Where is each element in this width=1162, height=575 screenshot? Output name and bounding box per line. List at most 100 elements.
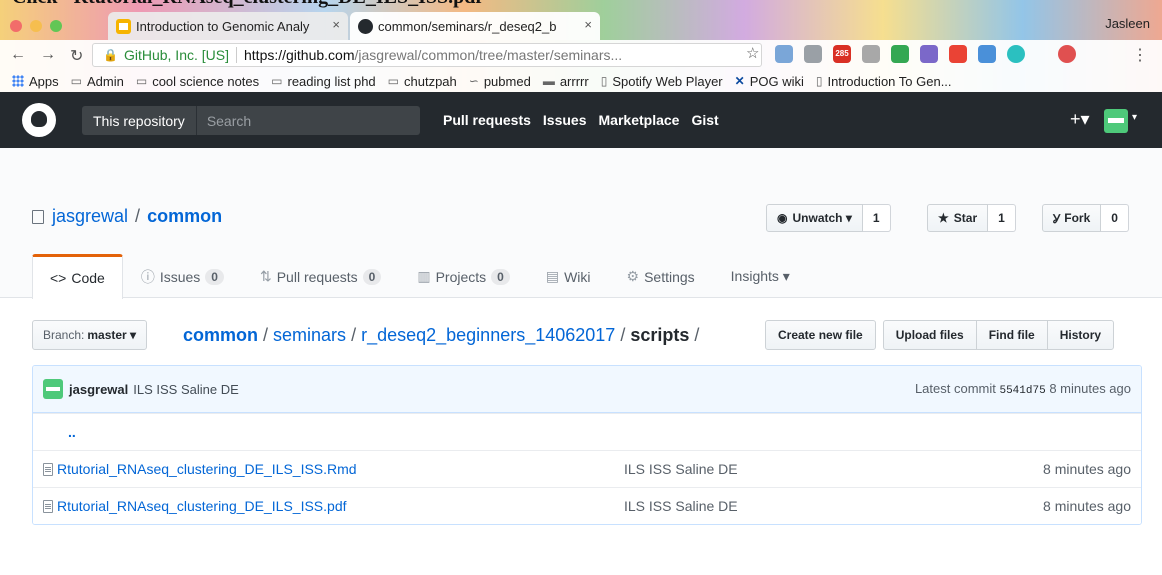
close-tab-icon[interactable]: ×	[584, 17, 592, 32]
bookmark-link[interactable]: ▯ Introduction To Gen...	[816, 74, 952, 89]
commit-author-link[interactable]: jasgrewal	[69, 382, 128, 397]
extension-icon[interactable]	[1007, 45, 1025, 63]
nav-pull-requests[interactable]: Pull requests	[443, 112, 531, 128]
adblock-icon[interactable]	[1058, 45, 1076, 63]
fork-count[interactable]: 0	[1101, 204, 1129, 232]
bookmark-apps[interactable]: Apps	[12, 74, 59, 89]
repo-name-link[interactable]: common	[147, 206, 222, 227]
pocket-icon[interactable]	[920, 45, 938, 63]
extension-icon[interactable]	[978, 45, 996, 63]
bookmark-link[interactable]: ✕ POG wiki	[735, 74, 804, 89]
path-separator: /	[135, 206, 141, 226]
create-new-file-button[interactable]: Create new file	[765, 320, 876, 350]
address-bar[interactable]: 🔒 GitHub, Inc. [US] https://github.com/j…	[92, 43, 762, 67]
branch-select-button[interactable]: Branch: master ▾	[32, 320, 148, 350]
file-age: 8 minutes ago	[1043, 498, 1131, 514]
bookmark-link[interactable]: ▬ arrrrr	[543, 74, 589, 89]
gear-icon: ⚙	[626, 268, 640, 284]
commit-tease: jasgrewal ILS ISS Saline DE Latest commi…	[33, 366, 1141, 413]
folder-icon: ▭	[387, 74, 399, 88]
github-logo-icon[interactable]	[22, 103, 56, 137]
create-new-icon[interactable]: +▾	[1070, 109, 1090, 130]
extension-icon[interactable]	[862, 45, 880, 63]
file-link-rmd[interactable]: Rtutorial_RNAseq_clustering_DE_ILS_ISS.R…	[57, 461, 357, 477]
find-file-button[interactable]: Find file	[975, 320, 1048, 350]
search-input[interactable]	[196, 112, 397, 129]
parent-directory-link[interactable]: ..	[33, 424, 76, 440]
history-button[interactable]: History	[1046, 320, 1115, 350]
upload-files-button[interactable]: Upload files	[882, 320, 977, 350]
forward-arrow-icon[interactable]: →	[40, 46, 56, 66]
close-window-icon[interactable]	[10, 20, 22, 32]
project-icon: ▥	[417, 268, 431, 284]
commit-message-link[interactable]: ILS ISS Saline DE	[133, 382, 239, 397]
table-row: ..	[33, 413, 1141, 450]
chevron-down-icon[interactable]: ▾	[1132, 112, 1137, 123]
breadcrumb-separator: /	[346, 325, 362, 345]
extension-icon[interactable]	[804, 45, 822, 63]
nav-buttons: ← → ↻	[10, 46, 83, 66]
close-tab-icon[interactable]: ×	[332, 17, 340, 32]
breadcrumb-link[interactable]: seminars	[273, 325, 346, 345]
address-toolbar: ← → ↻ 🔒 GitHub, Inc. [US] https://github…	[0, 40, 1162, 70]
file-link-pdf[interactable]: Rtutorial_RNAseq_clustering_DE_ILS_ISS.p…	[57, 498, 347, 514]
avatar[interactable]	[43, 379, 63, 399]
extension-icon[interactable]	[775, 45, 793, 63]
file-age: 8 minutes ago	[1043, 461, 1131, 477]
extension-icon[interactable]	[949, 45, 967, 63]
file-commit-message[interactable]: ILS ISS Saline DE	[624, 461, 738, 477]
tab-wiki[interactable]: ▤ Wiki	[528, 254, 609, 298]
bookmark-folder[interactable]: ▭ reading list phd	[271, 74, 376, 89]
unwatch-button[interactable]: ◉ Unwatch ▾	[766, 204, 863, 232]
file-icon	[43, 500, 53, 513]
bookmark-link[interactable]: ∽ pubmed	[469, 74, 531, 89]
instruction-caption: Click "Rtutorial_RNAseq_clustering_DE_IL…	[12, 0, 493, 10]
tab-insights[interactable]: Insights ▾	[713, 254, 808, 298]
latest-commit: Latest commit 5541d75 8 minutes ago	[914, 381, 1131, 397]
bookmark-link[interactable]: ▯ Spotify Web Player	[601, 74, 723, 89]
search-box: This repository	[82, 106, 420, 135]
back-arrow-icon[interactable]: ←	[10, 46, 26, 66]
gmail-badge-icon[interactable]: 285	[833, 45, 851, 63]
tab-settings[interactable]: ⚙ Settings	[609, 254, 713, 298]
avatar[interactable]	[1104, 109, 1128, 133]
projects-counter: 0	[491, 268, 510, 285]
bookmark-star-icon[interactable]: ☆	[746, 44, 759, 62]
bookmark-folder[interactable]: ▭ cool science notes	[136, 74, 259, 89]
profile-name[interactable]: Jasleen	[1105, 16, 1150, 31]
bookmark-folder[interactable]: ▭ Admin	[71, 74, 124, 89]
browser-tab-slides[interactable]: Introduction to Genomic Analy ×	[108, 12, 348, 40]
repo-title: jasgrewal / common	[32, 206, 222, 227]
file-commit-message[interactable]: ILS ISS Saline DE	[624, 498, 738, 514]
commit-sha-link[interactable]: 5541d75	[999, 385, 1045, 397]
repo-nav: <> Code ⓘ Issues 0 ⇅ Pull requests 0 ▥ Project…	[32, 254, 808, 299]
tab-pull-requests[interactable]: ⇅ Pull requests 0	[242, 254, 399, 298]
star-count[interactable]: 1	[988, 204, 1016, 232]
folder-icon: ▭	[271, 74, 283, 88]
search-scope[interactable]: This repository	[82, 106, 197, 135]
table-row: Rtutorial_RNAseq_clustering_DE_ILS_ISS.p…	[33, 487, 1141, 524]
nav-marketplace[interactable]: Marketplace	[599, 112, 680, 128]
browser-menu-icon[interactable]: ⋮	[1132, 45, 1148, 65]
divider	[236, 47, 237, 63]
minimize-window-icon[interactable]	[30, 20, 42, 32]
fork-button[interactable]: Ỿ Fork	[1042, 204, 1102, 232]
tab-issues[interactable]: ⓘ Issues 0	[123, 254, 242, 298]
browser-tab-github[interactable]: common/seminars/r_deseq2_b ×	[350, 12, 600, 40]
x-icon: ✕	[734, 74, 745, 88]
nav-gist[interactable]: Gist	[691, 112, 718, 128]
breadcrumb-root-link[interactable]: common	[183, 325, 258, 345]
pull-request-icon: ⇅	[259, 268, 272, 284]
breadcrumb-link[interactable]: r_deseq2_beginners_14062017	[361, 325, 615, 345]
maximize-window-icon[interactable]	[50, 20, 62, 32]
tab-code[interactable]: <> Code	[32, 254, 123, 299]
tab-projects[interactable]: ▥ Projects 0	[399, 254, 528, 298]
nav-issues[interactable]: Issues	[543, 112, 587, 128]
watch-count[interactable]: 1	[862, 204, 891, 232]
bookmark-folder[interactable]: ▭ chutzpah	[388, 74, 457, 89]
apps-grid-icon	[12, 75, 24, 87]
drive-icon[interactable]	[891, 45, 909, 63]
reload-icon[interactable]: ↻	[70, 46, 83, 66]
repo-owner-link[interactable]: jasgrewal	[52, 206, 128, 227]
star-button[interactable]: ★ Star	[927, 204, 989, 232]
